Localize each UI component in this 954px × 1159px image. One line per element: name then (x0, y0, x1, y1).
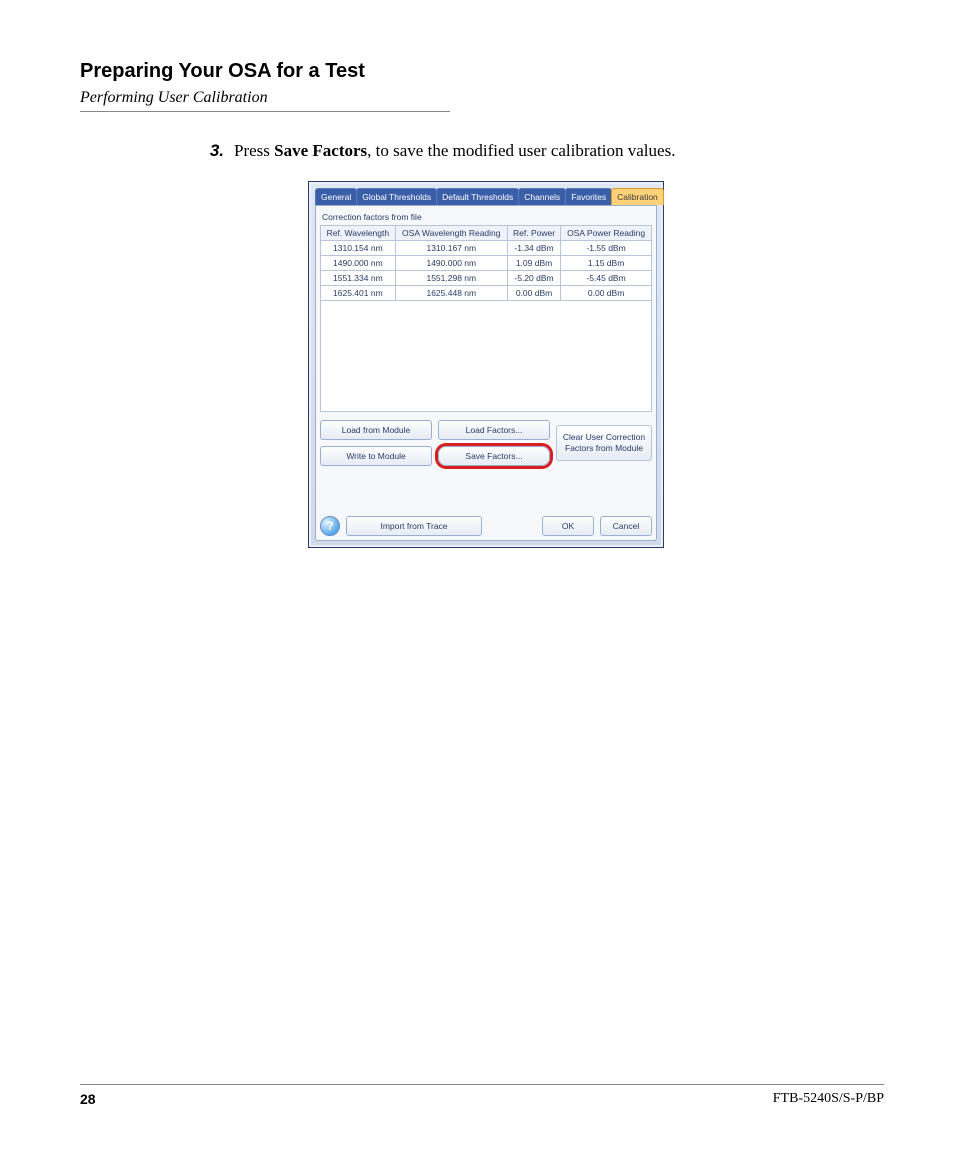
help-icon[interactable]: ? (320, 516, 340, 536)
button-grid: Load from Module Load Factors... Clear U… (320, 420, 652, 466)
correction-factors-table: Ref. Wavelength OSA Wavelength Reading R… (320, 225, 652, 301)
step-text: Press Save Factors, to save the modified… (234, 140, 675, 163)
calibration-panel: Correction factors from file Ref. Wavele… (315, 205, 657, 541)
cell: 1490.000 nm (395, 255, 507, 270)
cell: 1310.167 nm (395, 240, 507, 255)
tab-channels[interactable]: Channels (518, 188, 566, 205)
cell: -1.34 dBm (507, 240, 560, 255)
col-ref-power: Ref. Power (507, 225, 560, 240)
cell: 1310.154 nm (321, 240, 396, 255)
dialog-bottom-row: ? Import from Trace OK Cancel (320, 516, 652, 536)
ok-button[interactable]: OK (542, 516, 594, 536)
tab-default-thresholds[interactable]: Default Thresholds (436, 188, 519, 205)
table-row: 1490.000 nm 1490.000 nm 1.09 dBm 1.15 dB… (321, 255, 652, 270)
cell: 1490.000 nm (321, 255, 396, 270)
cell: 1.15 dBm (561, 255, 652, 270)
cell: -5.20 dBm (507, 270, 560, 285)
tab-strip: General Global Thresholds Default Thresh… (312, 185, 660, 205)
cancel-button[interactable]: Cancel (600, 516, 652, 536)
save-factors-button[interactable]: Save Factors... (438, 446, 550, 466)
page-footer: 28 FTB-5240S/S-P/BP (80, 1084, 884, 1107)
tab-general[interactable]: General (315, 188, 357, 205)
cell: 0.00 dBm (561, 285, 652, 300)
tab-global-thresholds[interactable]: Global Thresholds (356, 188, 437, 205)
dialog-screenshot: General Global Thresholds Default Thresh… (308, 181, 664, 548)
table-row: 1310.154 nm 1310.167 nm -1.34 dBm -1.55 … (321, 240, 652, 255)
cell: 0.00 dBm (507, 285, 560, 300)
import-from-trace-button[interactable]: Import from Trace (346, 516, 482, 536)
table-row: 1625.401 nm 1625.448 nm 0.00 dBm 0.00 dB… (321, 285, 652, 300)
cell: 1625.401 nm (321, 285, 396, 300)
load-from-module-button[interactable]: Load from Module (320, 420, 432, 440)
col-ref-wavelength: Ref. Wavelength (321, 225, 396, 240)
chapter-heading: Preparing Your OSA for a Test (80, 60, 884, 83)
cell: 1551.298 nm (395, 270, 507, 285)
cell: -5.45 dBm (561, 270, 652, 285)
cell: -1.55 dBm (561, 240, 652, 255)
step-text-pre: Press (234, 141, 274, 160)
col-osa-wavelength: OSA Wavelength Reading (395, 225, 507, 240)
group-title: Correction factors from file (320, 210, 652, 225)
tab-calibration[interactable]: Calibration (611, 188, 664, 205)
cell: 1551.334 nm (321, 270, 396, 285)
table-row: 1551.334 nm 1551.298 nm -5.20 dBm -5.45 … (321, 270, 652, 285)
step-text-post: , to save the modified user calibration … (367, 141, 675, 160)
step-3: 3. Press Save Factors, to save the modif… (188, 140, 884, 163)
col-osa-power: OSA Power Reading (561, 225, 652, 240)
section-subheading: Performing User Calibration (80, 89, 884, 107)
cell: 1625.448 nm (395, 285, 507, 300)
clear-correction-factors-button[interactable]: Clear User Correction Factors from Modul… (556, 425, 652, 461)
tab-favorites[interactable]: Favorites (565, 188, 612, 205)
table-empty-area (320, 301, 652, 412)
load-factors-button[interactable]: Load Factors... (438, 420, 550, 440)
step-text-bold: Save Factors (274, 141, 367, 160)
step-number: 3. (188, 140, 234, 163)
product-model: FTB-5240S/S-P/BP (773, 1091, 884, 1107)
write-to-module-button[interactable]: Write to Module (320, 446, 432, 466)
heading-rule (80, 111, 450, 112)
cell: 1.09 dBm (507, 255, 560, 270)
page-number: 28 (80, 1091, 96, 1107)
